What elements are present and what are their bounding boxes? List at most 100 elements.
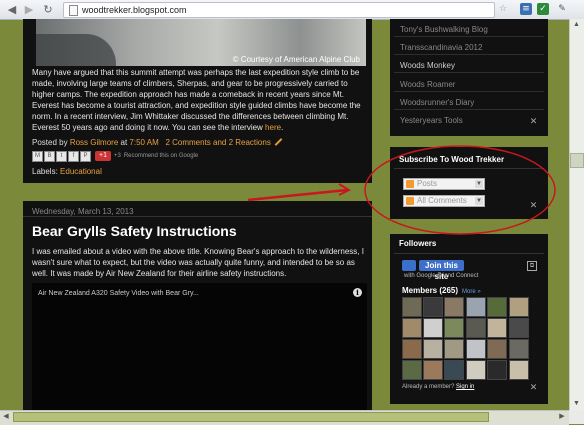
member-avatar[interactable] [509, 339, 529, 359]
scroll-left-arrow-icon[interactable]: ◀ [1, 412, 11, 422]
gfc-text: with Google Friend Connect [404, 273, 479, 279]
widget-divider [394, 253, 544, 254]
member-avatar[interactable] [444, 318, 464, 338]
vertical-scrollbar[interactable] [569, 19, 584, 410]
subscribe-widget: Subscribe To Wood Trekker Posts ▼ All Co… [390, 147, 548, 219]
post-footer: Posted by Ross Gilmore at 7:50 AM 2 Comm… [32, 138, 271, 147]
join-site-button[interactable]: Join this site [419, 260, 464, 281]
post-date: Wednesday, March 13, 2013 [32, 207, 134, 216]
google-plus-one-button[interactable]: +1 [95, 151, 111, 161]
vertical-scroll-thumb[interactable] [570, 153, 584, 168]
member-avatar[interactable] [402, 318, 422, 338]
twitter-share-icon[interactable]: t [56, 151, 67, 162]
page-icon [69, 5, 78, 16]
members-count: Members (265) [402, 286, 459, 295]
post-time-link[interactable]: 7:50 AM [129, 138, 158, 147]
feed-icon [406, 197, 414, 205]
member-avatar[interactable] [509, 360, 529, 380]
back-arrow-icon[interactable]: ◀ [5, 3, 19, 16]
email-share-icon[interactable]: M [32, 151, 43, 162]
reload-icon[interactable]: ↻ [41, 3, 55, 16]
share-buttons: M Bt f P +1 +3 Recommend this on Google [32, 151, 198, 163]
chevron-down-icon: ▼ [475, 197, 483, 205]
extension-icon[interactable]: ✓ [537, 3, 549, 15]
video-title[interactable]: Air New Zealand A320 Safety Video with B… [38, 290, 199, 297]
posts-feed-dropdown[interactable]: Posts ▼ [403, 178, 485, 190]
member-avatar[interactable] [509, 297, 529, 317]
at-label: at [120, 138, 128, 147]
more-members-link[interactable]: More » [462, 289, 481, 295]
blog-list-widget: Tony's Bushwalking Blog Transscandinavia… [390, 19, 548, 136]
member-avatar[interactable] [444, 297, 464, 317]
member-avatar[interactable] [487, 297, 507, 317]
blog-divider [394, 72, 544, 73]
pinterest-share-icon[interactable]: P [80, 151, 91, 162]
member-avatar[interactable] [402, 339, 422, 359]
info-icon[interactable]: i [353, 288, 362, 297]
scroll-right-arrow-icon[interactable]: ▶ [557, 412, 567, 422]
scroll-down-arrow-icon[interactable]: ▼ [570, 399, 583, 409]
labels-prefix: Labels: [32, 167, 58, 176]
blog-list-item[interactable]: Woods Roamer [400, 80, 455, 89]
member-avatar[interactable] [466, 360, 486, 380]
member-avatar[interactable] [423, 297, 443, 317]
member-avatar[interactable] [466, 318, 486, 338]
star-icon[interactable]: ☆ [497, 3, 509, 15]
scroll-up-arrow-icon[interactable]: ▲ [570, 20, 583, 30]
label-link[interactable]: Educational [60, 167, 102, 176]
member-avatar[interactable] [487, 360, 507, 380]
member-avatar[interactable] [423, 318, 443, 338]
blog-list-item[interactable]: Yesteryears Tools [400, 116, 463, 125]
url-text: woodtrekker.blogspot.com [82, 5, 187, 15]
blog-list-item[interactable]: Transscandinavia 2012 [400, 43, 482, 52]
forward-arrow-icon[interactable]: ▶ [22, 3, 36, 16]
post-title[interactable]: Bear Grylls Safety Instructions [32, 223, 237, 239]
photo-rock [36, 34, 116, 66]
blog-divider [394, 54, 544, 55]
member-avatar[interactable] [466, 339, 486, 359]
member-avatar[interactable] [487, 339, 507, 359]
annotation-arrowhead [338, 183, 352, 196]
member-avatar[interactable] [402, 297, 422, 317]
extension-icon[interactable]: ≡ [520, 3, 532, 15]
interview-link[interactable]: here [265, 123, 281, 132]
wrench-icon[interactable]: ✕ [529, 202, 538, 211]
blog-list-item[interactable]: Woodsrunner's Diary [400, 98, 474, 107]
wrench-icon[interactable]: ✕ [529, 384, 538, 393]
member-avatar[interactable] [402, 360, 422, 380]
member-avatar[interactable] [423, 339, 443, 359]
member-avatar[interactable] [423, 360, 443, 380]
author-link[interactable]: Ross Gilmore [70, 138, 118, 147]
blog-list-item[interactable]: Tony's Bushwalking Blog [400, 25, 488, 34]
member-avatar[interactable] [466, 297, 486, 317]
post-bear-grylls: Wednesday, March 13, 2013 Bear Grylls Sa… [23, 201, 372, 421]
member-avatar[interactable] [509, 318, 529, 338]
google-friend-connect-icon [402, 260, 416, 271]
expand-icon[interactable]: ⧉ [527, 261, 537, 271]
address-bar[interactable]: woodtrekker.blogspot.com [63, 2, 495, 18]
followers-widget: Followers Join this site ⧉ with Google F… [390, 234, 548, 404]
post-body-end: . [281, 123, 284, 132]
blog-list-item[interactable]: Woods Monkey [400, 61, 455, 70]
edit-pencil-icon[interactable] [274, 138, 283, 146]
comments-link[interactable]: 2 Comments and 2 Reactions [165, 138, 270, 147]
blog-divider [394, 36, 544, 37]
facebook-share-icon[interactable]: f [68, 151, 79, 162]
member-avatar[interactable] [444, 339, 464, 359]
comments-feed-label: All Comments [417, 196, 467, 205]
sign-in-link[interactable]: Sign in [456, 384, 474, 390]
wrench-icon[interactable]: ✕ [529, 118, 538, 127]
wrench-icon[interactable]: ✎ [556, 3, 568, 15]
member-avatar[interactable] [487, 318, 507, 338]
embedded-video[interactable]: Air New Zealand A320 Safety Video with B… [32, 283, 367, 421]
posts-feed-label: Posts [417, 179, 438, 188]
posted-by-label: Posted by [32, 138, 68, 147]
date-divider [23, 216, 372, 217]
horizontal-scroll-thumb[interactable] [13, 412, 489, 422]
member-avatar[interactable] [444, 360, 464, 380]
already-member-label: Already a member? [402, 384, 455, 390]
comments-feed-dropdown[interactable]: All Comments ▼ [403, 195, 485, 207]
blog-share-icon[interactable]: B [44, 151, 55, 162]
widget-divider [394, 168, 544, 169]
plus-count: +3 [114, 153, 121, 159]
